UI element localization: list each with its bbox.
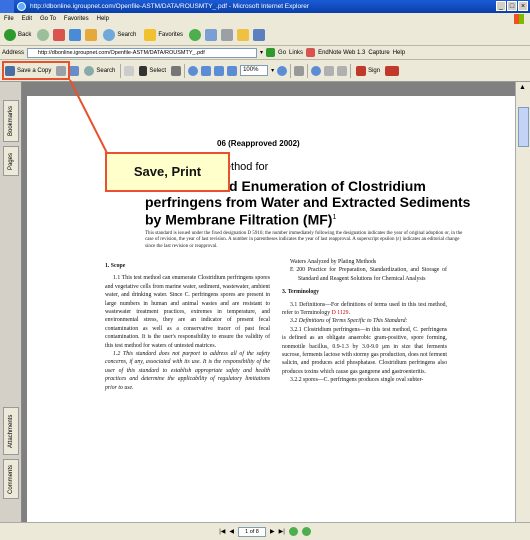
- save-print-callout: Save, Print: [105, 152, 230, 192]
- browser-window: http://dbonline.igroupnet.com/Openfile-A…: [0, 0, 530, 540]
- callout-connector: [69, 79, 109, 156]
